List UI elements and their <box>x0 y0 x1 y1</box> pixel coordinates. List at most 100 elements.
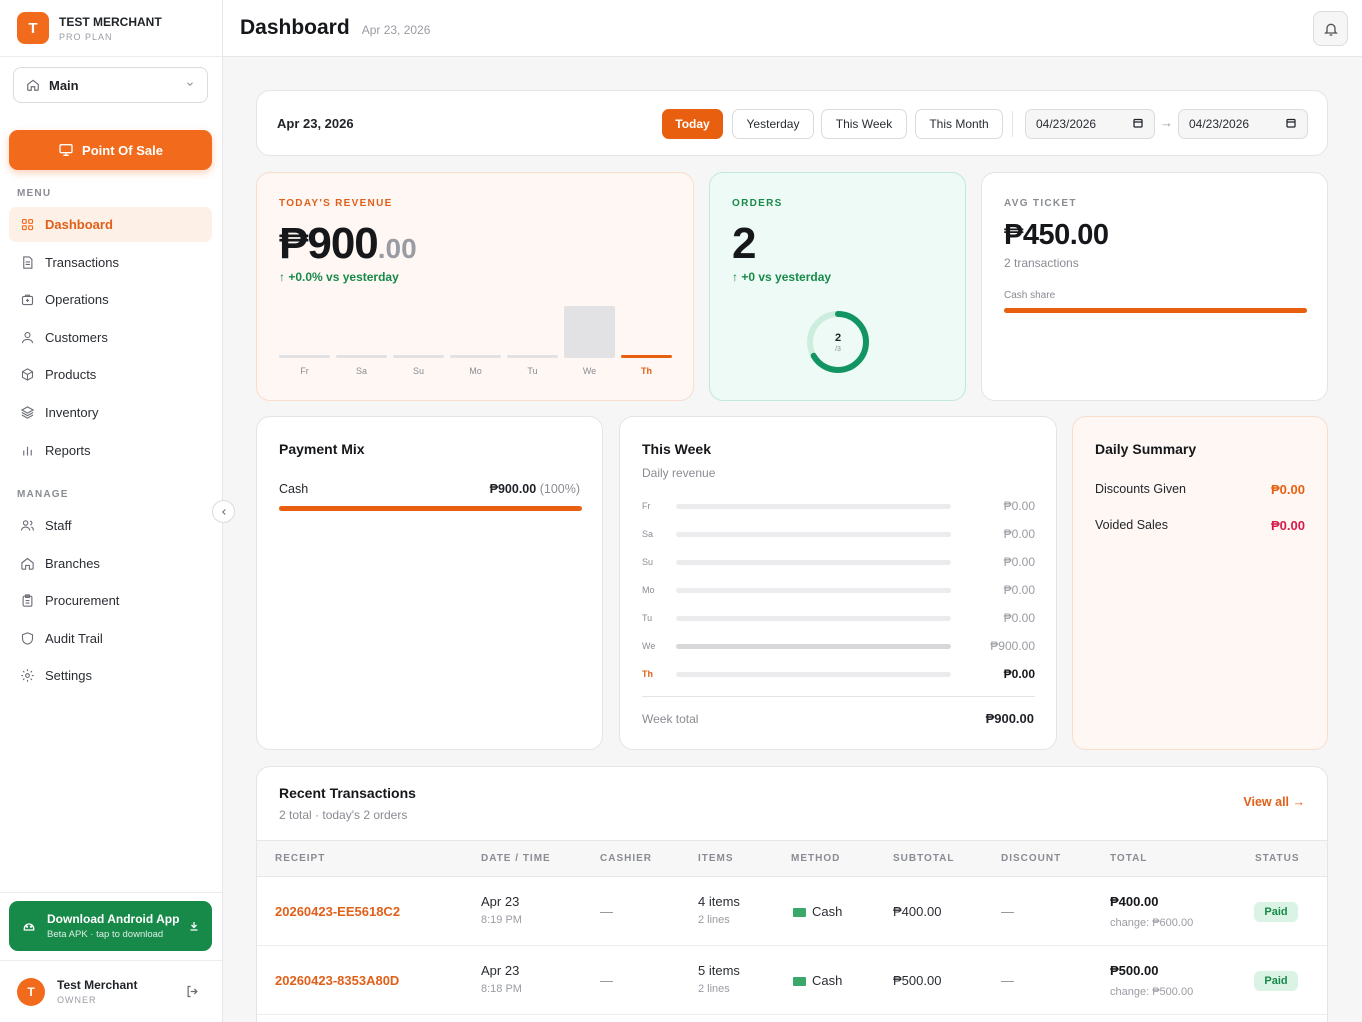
sidebar-item-label: Settings <box>45 668 92 684</box>
logout-icon[interactable] <box>185 984 200 999</box>
week-row-value: ₱0.00 <box>1003 527 1035 541</box>
col-discount[interactable]: DISCOUNT <box>1001 853 1061 864</box>
point-of-sale-button[interactable]: Point Of Sale <box>9 130 212 170</box>
revenue-value: ₱900.00 <box>279 219 417 269</box>
row-total: ₱500.00 <box>1110 963 1159 978</box>
sidebar-item-dashboard[interactable]: Dashboard <box>9 207 212 242</box>
page-title: Dashboard <box>240 16 350 39</box>
sidebar-item-reports[interactable]: Reports <box>9 433 212 468</box>
orders-delta-text: +0 vs yesterday <box>741 270 832 284</box>
revenue-label: TODAY'S REVENUE <box>279 198 393 209</box>
user-role: OWNER <box>57 995 97 1005</box>
row-lines: 2 lines <box>698 914 730 926</box>
table-row[interactable]: 20260423-8353A80D Apr 23 8:18 PM — 5 items 2 … <box>257 946 1327 1015</box>
receipt-link[interactable]: 20260423-EE5618C2 <box>275 904 400 919</box>
status-badge: Paid <box>1254 902 1298 922</box>
date-to-value: 04/23/2026 <box>1189 117 1250 131</box>
week-row-day: Fr <box>642 501 651 511</box>
revenue-bar <box>450 355 501 358</box>
briefcase-icon <box>19 292 35 308</box>
branch-select[interactable]: Main <box>13 67 208 103</box>
week-row-value: ₱900.00 <box>990 639 1035 653</box>
row-time: 8:18 PM <box>481 983 522 995</box>
revenue-bar-label: Tu <box>527 366 538 376</box>
week-row-bar <box>676 560 951 565</box>
week-row-bar <box>676 504 951 509</box>
download-android-button[interactable]: Download Android App Beta APK · tap to d… <box>9 901 212 951</box>
row-change: change: ₱600.00 <box>1110 917 1194 929</box>
avg-ticket-card: AVG TICKET ₱450.00 2 transactions Cash s… <box>981 172 1328 401</box>
row-date: Apr 23 <box>481 894 520 909</box>
range-this-month-button[interactable]: This Month <box>915 109 1003 139</box>
revenue-bar <box>393 355 444 358</box>
sidebar-item-inventory[interactable]: Inventory <box>9 395 212 430</box>
col-total[interactable]: TOTAL <box>1110 853 1147 864</box>
date-to-input[interactable]: 04/23/2026 <box>1178 109 1308 139</box>
brand: T TEST MERCHANT PRO PLAN <box>0 0 222 57</box>
orders-delta: ↑ +0 vs yesterday <box>732 270 832 284</box>
col-status[interactable]: STATUS <box>1255 853 1300 864</box>
sidebar-item-audit-trail[interactable]: Audit Trail <box>9 621 212 656</box>
week-row: We ₱900.00 <box>642 639 1035 657</box>
table-row[interactable]: 20260423-EE5618C2 Apr 23 8:19 PM — 4 items 2 … <box>257 877 1327 946</box>
week-row-day: We <box>642 641 656 651</box>
sidebar-item-operations[interactable]: Operations <box>9 282 212 317</box>
week-row-day: Tu <box>642 613 653 623</box>
revenue-bar <box>621 355 672 358</box>
ring-total: /3 <box>835 346 841 353</box>
orders-label: ORDERS <box>732 198 783 209</box>
recent-transactions-card: Recent Transactions 2 total · today's 2 … <box>256 766 1328 1022</box>
revenue-cents: .00 <box>377 233 417 264</box>
col-datetime[interactable]: DATE / TIME <box>481 853 551 864</box>
sidebar-item-staff[interactable]: Staff <box>9 508 212 543</box>
week-row-day: Su <box>642 557 654 567</box>
col-items[interactable]: ITEMS <box>698 853 734 864</box>
avg-ticket-value: ₱450.00 <box>1004 219 1109 251</box>
week-row: Tu ₱0.00 <box>642 611 1035 629</box>
date-from-input[interactable]: 04/23/2026 <box>1025 109 1155 139</box>
col-subtotal[interactable]: SUBTOTAL <box>893 853 955 864</box>
filter-date-label: Apr 23, 2026 <box>277 115 354 131</box>
sidebar-item-procurement[interactable]: Procurement <box>9 583 212 618</box>
user-profile: T Test Merchant OWNER <box>0 960 222 1022</box>
sidebar-item-customers[interactable]: Customers <box>9 320 212 355</box>
sidebar-item-branches[interactable]: Branches <box>9 546 212 581</box>
sidebar-item-products[interactable]: Products <box>9 357 212 392</box>
cash-share-track <box>1004 308 1307 313</box>
range-this-week-button[interactable]: This Week <box>821 109 907 139</box>
col-method[interactable]: METHOD <box>791 853 840 864</box>
notifications-button[interactable] <box>1313 11 1348 46</box>
revenue-bar-label: We <box>582 366 597 376</box>
week-row-value: ₱0.00 <box>1003 555 1035 569</box>
col-cashier[interactable]: CASHIER <box>600 853 652 864</box>
row-cashier: — <box>600 904 613 919</box>
col-receipt[interactable]: RECEIPT <box>275 853 325 864</box>
avg-ticket-sub: 2 transactions <box>1004 256 1079 270</box>
receipt-link[interactable]: 20260423-8353A80D <box>275 973 399 988</box>
range-today-button[interactable]: Today <box>662 109 723 139</box>
chevron-left-icon <box>221 508 226 515</box>
week-total-label: Week total <box>642 712 699 726</box>
transactions-table-header: RECEIPT DATE / TIME CASHIER ITEMS METHOD… <box>257 840 1327 877</box>
row-lines: 2 lines <box>698 983 730 995</box>
calendar-icon <box>1285 117 1297 132</box>
sidebar-item-settings[interactable]: Settings <box>9 658 212 693</box>
layers-icon <box>19 405 35 421</box>
revenue-bar-label: Su <box>412 366 424 376</box>
android-icon <box>21 918 37 934</box>
cash-share-label: Cash share <box>1004 290 1056 301</box>
sidebar-item-transactions[interactable]: Transactions <box>9 245 212 280</box>
download-icon <box>188 920 200 932</box>
daily-summary-card: Daily Summary Discounts Given ₱0.00 Void… <box>1072 416 1328 750</box>
sidebar-item-label: Operations <box>45 292 109 308</box>
row-total: ₱400.00 <box>1110 894 1159 909</box>
voided-value: ₱0.00 <box>1271 518 1305 533</box>
page-date: Apr 23, 2026 <box>361 23 431 37</box>
view-all-link[interactable]: View all → <box>1243 795 1305 809</box>
range-yesterday-button[interactable]: Yesterday <box>732 109 814 139</box>
orders-card: ORDERS 2 ↑ +0 vs yesterday 2 /3 <box>709 172 966 401</box>
sidebar: T TEST MERCHANT PRO PLAN Main Point Of S… <box>0 0 223 1022</box>
collapse-sidebar-button[interactable] <box>212 500 235 523</box>
branch-select-value: Main <box>49 77 79 93</box>
week-row: Mo ₱0.00 <box>642 583 1035 601</box>
